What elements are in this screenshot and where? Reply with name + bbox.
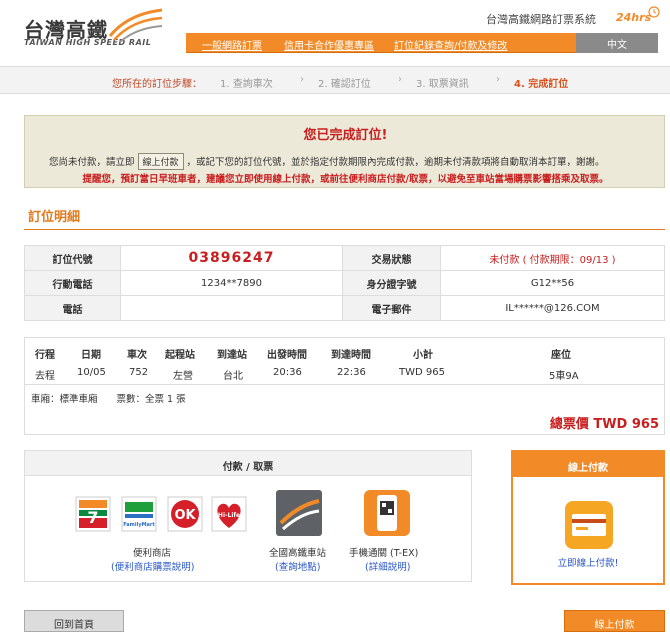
- table-row: 行動電話 1234**7890 身分證字號 G12**56: [24, 270, 665, 296]
- convenience-store-guide-link[interactable]: (便利商店購票說明): [111, 559, 194, 573]
- trip-cell: 10/05: [77, 367, 106, 378]
- trip-cell: 左營: [173, 371, 193, 382]
- step-2: 2. 確認訂位: [318, 79, 371, 90]
- car-ticket-info: 車廂：標準車廂 票數：全票 1 張: [31, 394, 186, 405]
- online-payment-title: 線上付款: [513, 452, 663, 477]
- booking-info-table: 訂位代號 03896247 交易狀態 未付款 ( 付款期限：09/13 ) 行動…: [24, 245, 665, 321]
- email-value: IL******@126.COM: [440, 295, 665, 321]
- header: 台灣高鐵 TAIWAN HIGH SPEED RAIL 台灣高鐵網路訂票系統 2…: [0, 0, 670, 64]
- online-pay-button[interactable]: 線上付款: [564, 610, 665, 632]
- trip-header: 行程: [35, 350, 55, 361]
- trip-cell: 台北: [223, 371, 243, 382]
- status-label: 交易狀態: [342, 245, 441, 271]
- booking-code-cell: 03896247: [120, 245, 343, 271]
- trip-header: 出發時間: [267, 350, 307, 361]
- notice-title: 您已完成訂位!: [303, 128, 388, 143]
- payment-panel-title: 付款 / 取票: [25, 451, 471, 476]
- trip-header: 座位: [551, 350, 571, 361]
- trip-header: 日期: [81, 350, 101, 361]
- table-row: 電話 電子郵件 IL******@126.COM: [24, 295, 665, 321]
- notice-payment-text: 您尚未付款，請立即 線上付款 ，或記下您的訂位代號，並於指定付款期限內完成付款，逾期…: [49, 153, 605, 170]
- steps-label: 您所在的訂位步驟：: [112, 79, 202, 90]
- mobile-pass-info-link[interactable]: (詳細說明): [365, 559, 410, 573]
- step-arrow-icon: ›: [300, 74, 304, 85]
- hi-life-icon[interactable]: Hi-Life: [211, 496, 247, 532]
- trip-table: 行程 日期 車次 起程站 到達站 出發時間 到達時間 小計 座位 去程 10/0…: [24, 337, 665, 435]
- nav-booking-records[interactable]: 訂位紀錄查詢/付款及修改: [394, 37, 507, 52]
- credit-card-icon[interactable]: [564, 500, 614, 550]
- mobile-pass-caption: 手機通關 (T-EX): [349, 548, 419, 559]
- trip-cell: 5車9A: [549, 371, 579, 382]
- convenience-store-caption: 便利商店: [133, 548, 172, 559]
- completion-notice: 您已完成訂位! 您尚未付款，請立即 線上付款 ，或記下您的訂位代號，並於指定付款期限…: [24, 115, 665, 188]
- back-to-home-button[interactable]: 回到首頁: [24, 610, 124, 632]
- 24hrs-clock-icon: 24hrs: [616, 6, 660, 24]
- station-location-link[interactable]: (查詢地點): [275, 559, 320, 573]
- phone-label: 電話: [24, 295, 121, 321]
- step-arrow-icon: ›: [398, 74, 402, 85]
- online-payment-panel: 線上付款 立即線上付款!: [511, 450, 665, 585]
- familymart-label: FamilyMart: [123, 522, 155, 528]
- payment-pickup-panel: 付款 / 取票 7 FamilyMart OK Hi-Life 便利商店 (便利…: [24, 450, 472, 582]
- id-value: G12**56: [440, 270, 665, 296]
- step-arrow-icon: ›: [496, 74, 500, 85]
- 7-eleven-icon[interactable]: 7: [75, 496, 111, 532]
- detail-title: 訂位明細: [28, 210, 81, 225]
- nav-credit-card-offers[interactable]: 信用卡合作優惠專區: [284, 37, 374, 52]
- phone-value: [120, 295, 343, 321]
- ok-mart-label: OK: [174, 508, 196, 523]
- system-title: 台灣高鐵網路訂票系統: [486, 13, 596, 26]
- total-fare: 總票價 TWD 965: [549, 417, 659, 432]
- thsr-logo-swoosh-icon: [108, 8, 163, 42]
- trip-cell: 去程: [35, 371, 55, 382]
- status-value: 未付款 ( 付款期限：09/13 ): [440, 245, 665, 271]
- trip-cell: 752: [129, 367, 149, 378]
- step-1: 1. 查詢車次: [220, 79, 273, 90]
- inline-online-pay-button[interactable]: 線上付款: [137, 153, 184, 170]
- trip-header: 車次: [127, 350, 147, 361]
- table-row: 訂位代號 03896247 交易狀態 未付款 ( 付款期限：09/13 ): [24, 245, 665, 271]
- thsr-station-caption: 全國高鐵車站: [269, 548, 327, 559]
- mobile-value: 1234**7890: [120, 270, 343, 296]
- hi-life-label: Hi-Life: [218, 512, 240, 519]
- notice-text-post: ，或記下您的訂位代號，並於指定付款期限內完成付款，逾期未付清款項將自動取消本訂單…: [186, 157, 605, 168]
- trip-cell: 20:36: [273, 367, 302, 378]
- main-nav: 一般網路訂票 信用卡合作優惠專區 訂位紀錄查詢/付款及修改: [186, 33, 576, 53]
- thsr-station-icon[interactable]: [275, 489, 323, 537]
- notice-reminder: 提醒您，預訂當日早班車者，建議您立即使用線上付款，或前往便利商店付款/取票，以避…: [82, 174, 609, 185]
- 7-eleven-label: 7: [87, 508, 98, 527]
- detail-divider: [24, 229, 665, 230]
- trip-header: 小計: [413, 350, 433, 361]
- booking-code-label: 訂位代號: [24, 245, 121, 271]
- step-4-current: 4. 完成訂位: [514, 79, 569, 90]
- booking-steps: 您所在的訂位步驟： 1. 查詢車次 › 2. 確認訂位 › 3. 取票資訊 › …: [0, 66, 670, 94]
- trip-header: 到達站: [217, 350, 247, 361]
- nav-general-booking[interactable]: 一般網路訂票: [202, 37, 262, 52]
- mobile-ticket-icon[interactable]: [363, 489, 411, 537]
- ok-mart-icon[interactable]: OK: [167, 496, 203, 532]
- step-3: 3. 取票資訊: [416, 79, 469, 90]
- trip-cell: TWD 965: [399, 367, 445, 378]
- trip-header: 到達時間: [331, 350, 371, 361]
- email-label: 電子郵件: [342, 295, 441, 321]
- booking-code-value: 03896247: [188, 250, 275, 266]
- mobile-label: 行動電話: [24, 270, 121, 296]
- language-selector[interactable]: 中文: [576, 33, 658, 53]
- hours-badge-text: 24hrs: [616, 11, 652, 24]
- trip-cell: 22:36: [337, 367, 366, 378]
- id-label: 身分證字號: [342, 270, 441, 296]
- familymart-icon[interactable]: FamilyMart: [121, 496, 157, 532]
- notice-text-pre: 您尚未付款，請立即: [49, 157, 135, 168]
- trip-header: 起程站: [165, 350, 195, 361]
- trip-divider: [25, 384, 664, 385]
- pay-online-now-link[interactable]: 立即線上付款!: [513, 555, 663, 569]
